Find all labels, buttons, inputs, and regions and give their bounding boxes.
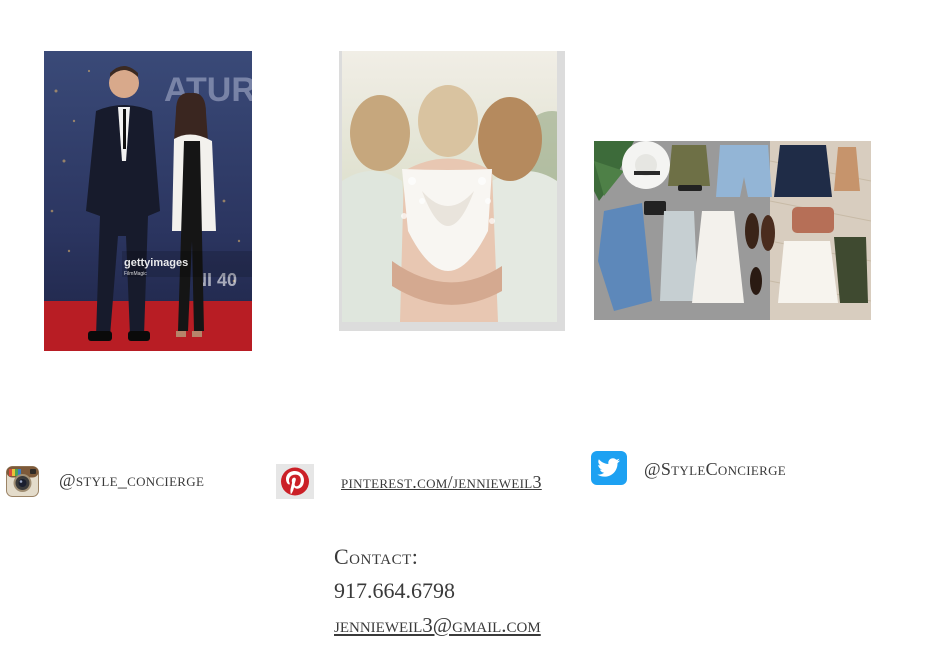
instagram-handle[interactable]: @style_concierge [59,470,204,491]
pinterest-icon [276,464,314,499]
instagram-icon [6,466,39,497]
pinterest-url[interactable]: pinterest.com/jennieweil3 [341,472,542,493]
red-carpet-photo: ATURDAY NI 40 gettyimages FilmMagic [44,51,252,351]
contact-email-link[interactable]: jennieweil3@gmail.com [334,608,541,642]
flat-lay-photo [594,141,871,320]
contact-heading: Contact: [334,544,419,569]
twitter-handle[interactable]: @StyleConcierge [644,459,786,480]
twitter-icon [591,451,627,485]
getty-watermark: gettyimages [124,257,188,269]
instagram-link[interactable]: @style_concierge [6,466,204,497]
filmmagic-watermark: FilmMagic [124,271,147,277]
twitter-link[interactable]: @StyleConcierge [591,451,786,485]
contact-phone: 917.664.6798 [334,578,455,603]
bridesmaids-photo [342,51,557,322]
pinterest-link[interactable]: pinterest.com/jennieweil3 [276,464,542,499]
contact-block: Contact: 917.664.6798 jennieweil3@gmail.… [334,540,541,642]
